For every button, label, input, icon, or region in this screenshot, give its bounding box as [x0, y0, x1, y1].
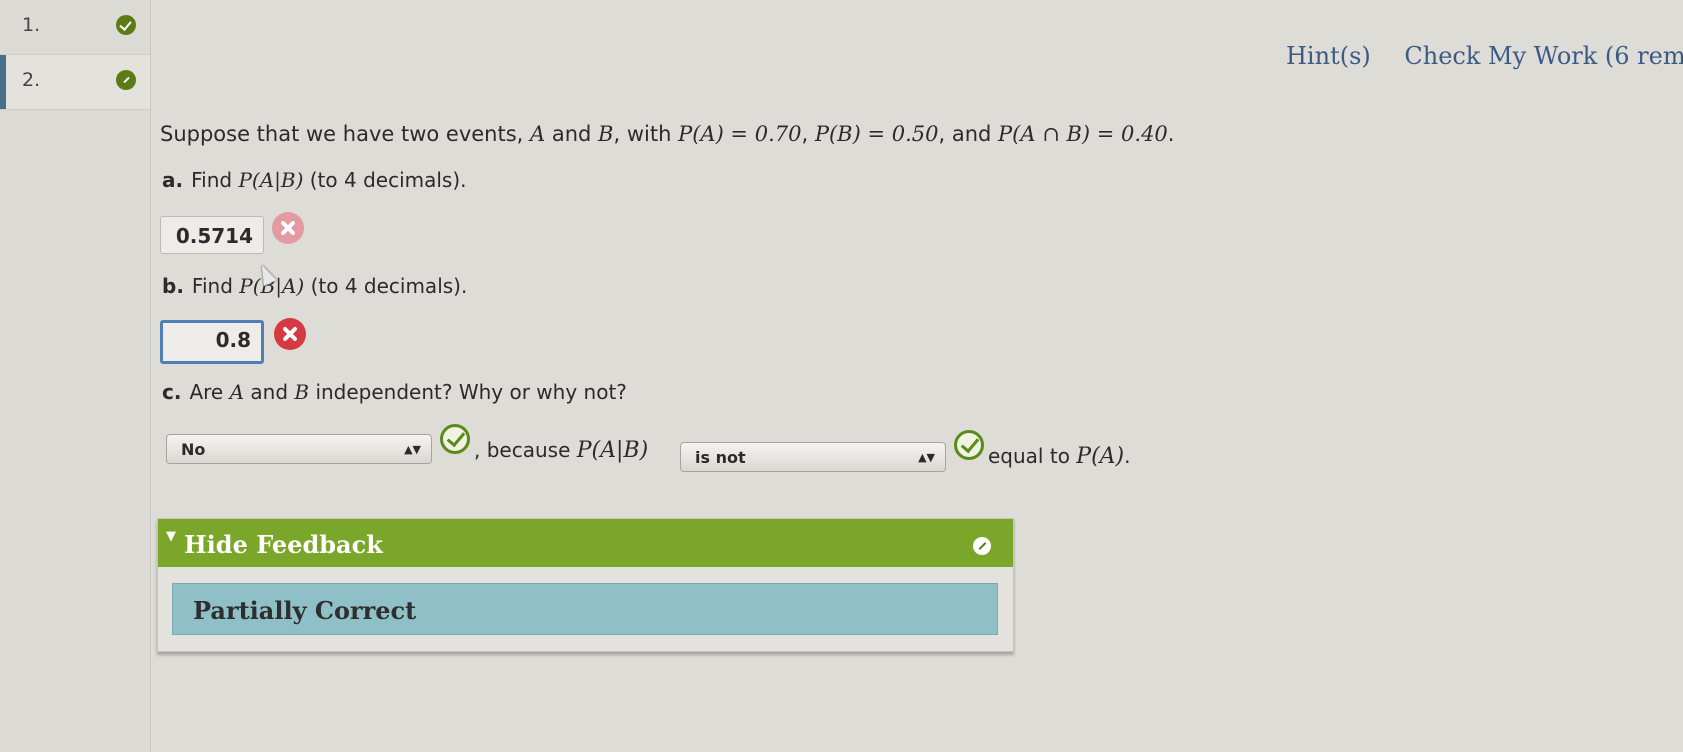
prompt-text: ,	[801, 122, 815, 146]
question-nav-item-2[interactable]: 2.	[0, 55, 150, 110]
part-label: a.	[162, 168, 184, 192]
prob-a-and-b: P(A ∩ B) = 0.40	[998, 122, 1168, 146]
part-text: .	[1124, 444, 1131, 468]
hints-link[interactable]: Hint(s)	[1286, 42, 1371, 70]
question-nav: 1. 2.	[0, 0, 151, 752]
prompt-text: , and	[938, 122, 999, 146]
correct-icon	[440, 424, 470, 454]
question-nav-item-1[interactable]: 1.	[0, 0, 150, 55]
part-b-question: b. Find P(B|A) (to 4 decimals).	[162, 274, 467, 298]
select-arrows-icon: ▲▼	[404, 443, 421, 456]
math-expression: P(A|B)	[238, 168, 304, 192]
because-text: , because P(A|B)	[474, 438, 648, 463]
feedback-status-box: Partially Correct	[172, 583, 998, 635]
feedback-panel: ▼ Hide Feedback Partially Correct	[157, 518, 1014, 652]
part-text: (to 4 decimals).	[303, 168, 467, 192]
current-indicator	[0, 55, 6, 109]
question-number: 2.	[22, 69, 41, 91]
part-text: Are	[189, 380, 230, 404]
part-c-question: c. Are A and B independent? Why or why no…	[162, 380, 627, 404]
partial-status-icon	[116, 70, 136, 90]
question-number: 1.	[22, 14, 41, 36]
math-expression: P(A)	[1076, 444, 1125, 469]
part-text: independent? Why or why not?	[309, 380, 627, 404]
prompt-text: Suppose that we have two events,	[160, 122, 531, 146]
question-prompt: Suppose that we have two events, A and B…	[160, 122, 1174, 146]
prompt-text: and	[545, 122, 599, 146]
feedback-status-text: Partially Correct	[193, 596, 417, 625]
equal-to-text: equal to P(A).	[988, 444, 1131, 469]
part-text: equal to	[988, 444, 1077, 468]
feedback-toggle-label: Hide Feedback	[184, 530, 383, 559]
selected-value: is not	[695, 448, 746, 467]
part-a-answer-input[interactable]: 0.5714	[160, 216, 264, 254]
independence-select[interactable]: No ▲▼	[166, 434, 432, 464]
part-text: and	[244, 380, 295, 404]
check-my-work-link[interactable]: Check My Work (6 remain	[1404, 42, 1683, 70]
incorrect-icon	[274, 318, 306, 350]
part-a-question: a. Find P(A|B) (to 4 decimals).	[162, 168, 467, 192]
event-a: A	[229, 380, 245, 404]
feedback-toggle[interactable]: ▼ Hide Feedback	[158, 519, 1013, 567]
prob-b: P(B) = 0.50	[814, 122, 939, 146]
part-label: b.	[162, 274, 184, 298]
prompt-text: , with	[613, 122, 679, 146]
collapse-triangle-icon: ▼	[166, 529, 176, 544]
event-b: B	[294, 380, 310, 404]
event-b: B	[598, 122, 614, 146]
comparison-select[interactable]: is not ▲▼	[680, 442, 946, 472]
part-label: c.	[162, 380, 182, 404]
part-text: Find	[191, 168, 239, 192]
part-b-answer-input[interactable]: 0.8	[160, 320, 264, 364]
prompt-text: .	[1167, 122, 1175, 146]
part-text: (to 4 decimals).	[304, 274, 468, 298]
incorrect-icon	[272, 212, 304, 244]
part-text: , because	[474, 438, 577, 462]
selected-value: No	[181, 440, 206, 459]
correct-icon	[954, 430, 984, 460]
partial-status-icon	[973, 537, 991, 555]
event-a: A	[530, 122, 546, 146]
select-arrows-icon: ▲▼	[918, 451, 935, 464]
complete-status-icon	[116, 15, 136, 35]
math-expression: P(A|B)	[576, 438, 649, 463]
part-text: Find	[191, 274, 240, 298]
toolbar: Hint(s) Check My Work (6 remain	[1286, 42, 1683, 70]
prob-a: P(A) = 0.70	[678, 122, 802, 146]
